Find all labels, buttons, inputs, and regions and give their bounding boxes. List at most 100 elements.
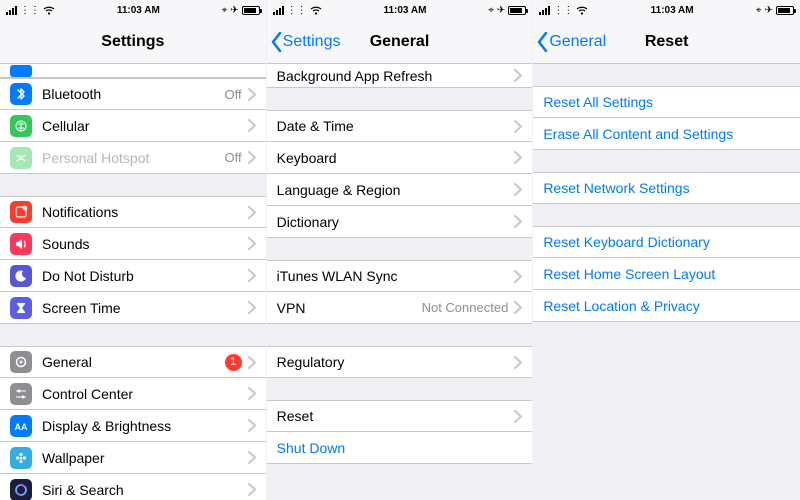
row-label: Control Center	[42, 386, 248, 402]
row-label: Do Not Disturb	[42, 268, 248, 284]
wifi-icon	[310, 6, 322, 15]
status-time: 11:03 AM	[383, 5, 426, 16]
moon-icon	[10, 265, 32, 287]
chevron-right-icon	[248, 151, 256, 164]
settings-row-cellular[interactable]: Cellular	[0, 110, 266, 142]
row-icon	[10, 65, 32, 77]
reset-row-allsettings[interactable]: Reset All Settings	[533, 86, 800, 118]
airplane-icon: ✈	[765, 5, 773, 16]
hotspot-icon	[10, 147, 32, 169]
general-row-regulatory[interactable]: Regulatory	[267, 346, 533, 378]
row-label: VPN	[277, 300, 422, 316]
flower-icon	[10, 447, 32, 469]
general-row-keyboard[interactable]: Keyboard	[267, 142, 533, 174]
chevron-right-icon	[514, 69, 522, 82]
settings-row-bluetooth[interactable]: Bluetooth Off	[0, 78, 266, 110]
back-label: Settings	[283, 33, 341, 51]
chevron-left-icon	[537, 32, 549, 52]
settings-row-siri[interactable]: Siri & Search	[0, 474, 266, 500]
reset-row-location-privacy[interactable]: Reset Location & Privacy	[533, 290, 800, 322]
chevron-right-icon	[514, 301, 522, 314]
row-label: Screen Time	[42, 300, 248, 316]
row-label: Notifications	[42, 204, 248, 220]
status-time: 11:03 AM	[117, 5, 160, 16]
general-row-ituneswlan[interactable]: iTunes WLAN Sync	[267, 260, 533, 292]
wifi-icon	[576, 6, 588, 15]
general-row-language[interactable]: Language & Region	[267, 174, 533, 206]
general-row-bgrefresh[interactable]: Background App Refresh	[267, 64, 533, 88]
row-label: Dictionary	[277, 214, 515, 230]
settings-row-wallpaper[interactable]: Wallpaper	[0, 442, 266, 474]
chevron-right-icon	[248, 206, 256, 219]
row-label: Reset Keyboard Dictionary	[543, 234, 790, 250]
row-label: General	[42, 354, 225, 370]
chevron-right-icon	[514, 215, 522, 228]
chevron-right-icon	[514, 151, 522, 164]
settings-row-hotspot[interactable]: Personal Hotspot Off	[0, 142, 266, 174]
row-label: Date & Time	[277, 118, 515, 134]
chevron-right-icon	[248, 387, 256, 400]
general-row-dictionary[interactable]: Dictionary	[267, 206, 533, 238]
row-label: Bluetooth	[42, 86, 225, 102]
general-row-reset[interactable]: Reset	[267, 400, 533, 432]
settings-row-notifications[interactable]: Notifications	[0, 196, 266, 228]
pane-reset: ⋮⋮ 11:03 AM ⌖ ✈ General Reset Reset All …	[533, 0, 800, 500]
chevron-right-icon	[514, 410, 522, 423]
status-bar: ⋮⋮ 11:03 AM ⌖ ✈	[267, 0, 533, 20]
settings-row-dnd[interactable]: Do Not Disturb	[0, 260, 266, 292]
chevron-left-icon	[271, 32, 283, 52]
settings-row-screentime[interactable]: Screen Time	[0, 292, 266, 324]
row-value: Off	[225, 150, 242, 165]
row-label: Sounds	[42, 236, 248, 252]
navbar: General Reset	[533, 20, 800, 64]
back-label: General	[549, 33, 606, 51]
carrier-label: ⋮⋮	[287, 5, 307, 16]
navbar: Settings General	[267, 20, 533, 64]
settings-row-general[interactable]: General 1	[0, 346, 266, 378]
signal-icon	[273, 6, 284, 15]
status-bar: ⋮⋮ 11:03 AM ⌖ ✈	[533, 0, 800, 20]
sliders-icon	[10, 383, 32, 405]
sounds-icon	[10, 233, 32, 255]
page-title: Settings	[101, 33, 164, 51]
general-row-shutdown[interactable]: Shut Down	[267, 432, 533, 464]
navbar: Settings	[0, 20, 266, 64]
row-value: Off	[225, 87, 242, 102]
chevron-right-icon	[248, 301, 256, 314]
bluetooth-icon	[10, 83, 32, 105]
chevron-right-icon	[248, 419, 256, 432]
chevron-right-icon	[248, 119, 256, 132]
row-label: Cellular	[42, 118, 248, 134]
general-row-vpn[interactable]: VPN Not Connected	[267, 292, 533, 324]
row-label: Reset	[277, 408, 515, 424]
row-label: iTunes WLAN Sync	[277, 268, 515, 284]
pane-settings: ⋮⋮ 11:03 AM ⌖ ✈ Settings Bluetooth Off C…	[0, 0, 267, 500]
row-label: Regulatory	[277, 354, 515, 370]
chevron-right-icon	[248, 269, 256, 282]
chevron-right-icon	[248, 88, 256, 101]
list-item-peek[interactable]	[0, 64, 266, 78]
settings-row-sounds[interactable]: Sounds	[0, 228, 266, 260]
row-label: Reset Location & Privacy	[543, 298, 790, 314]
notifications-icon	[10, 201, 32, 223]
reset-row-network[interactable]: Reset Network Settings	[533, 172, 800, 204]
chevron-right-icon	[514, 120, 522, 133]
aa-icon	[10, 415, 32, 437]
location-icon: ⌖	[488, 5, 494, 16]
signal-icon	[6, 6, 17, 15]
row-label: Personal Hotspot	[42, 150, 225, 166]
row-label: Background App Refresh	[277, 68, 515, 84]
general-row-datetime[interactable]: Date & Time	[267, 110, 533, 142]
row-label: Reset Home Screen Layout	[543, 266, 790, 282]
reset-row-erase[interactable]: Erase All Content and Settings	[533, 118, 800, 150]
back-button[interactable]: General	[537, 20, 606, 63]
chevron-right-icon	[514, 356, 522, 369]
hourglass-icon	[10, 297, 32, 319]
reset-row-homescreen[interactable]: Reset Home Screen Layout	[533, 258, 800, 290]
reset-row-keyboard-dict[interactable]: Reset Keyboard Dictionary	[533, 226, 800, 258]
back-button[interactable]: Settings	[271, 20, 341, 63]
row-label: Reset Network Settings	[543, 180, 790, 196]
settings-row-display[interactable]: Display & Brightness	[0, 410, 266, 442]
siri-icon	[10, 479, 32, 500]
settings-row-controlcenter[interactable]: Control Center	[0, 378, 266, 410]
